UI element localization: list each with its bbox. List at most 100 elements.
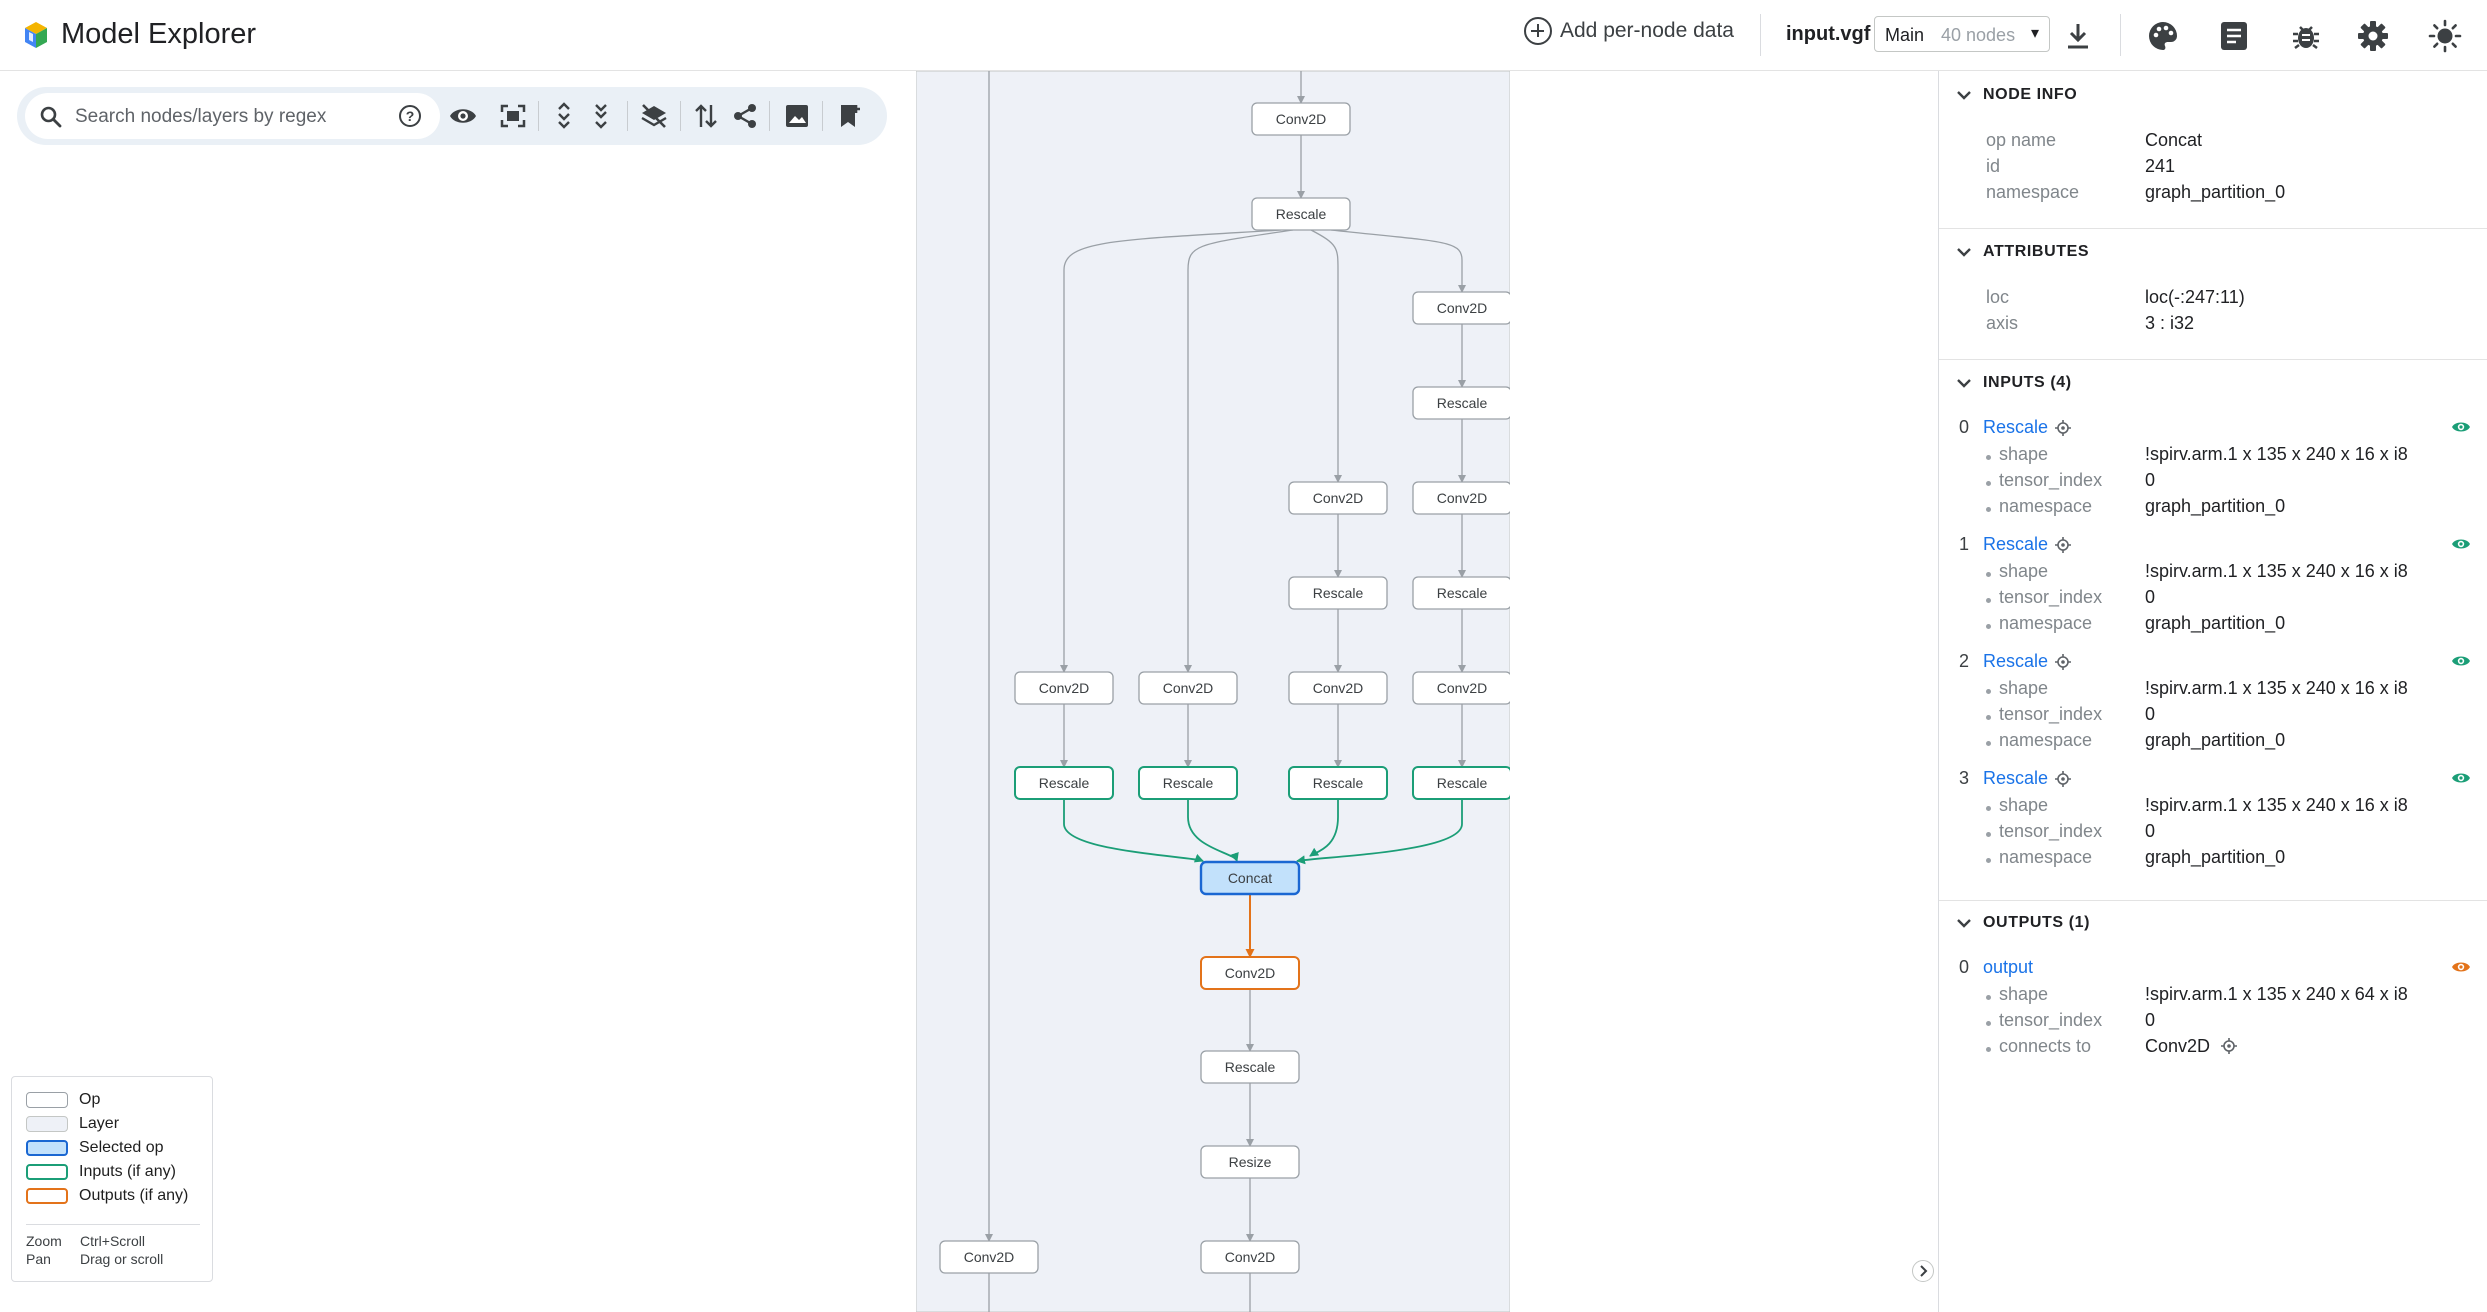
- screenshot-icon: [786, 105, 808, 127]
- locate-icon[interactable]: [2055, 654, 2071, 670]
- graph-node-rescale[interactable]: Rescale: [1412, 576, 1510, 610]
- graph-node-label: Resize: [1229, 1154, 1272, 1170]
- graph-node-conv2d[interactable]: Conv2D: [939, 1240, 1039, 1274]
- output-connects-to-key: connects to: [1999, 1036, 2092, 1056]
- svg-text:?: ?: [406, 108, 415, 124]
- graph-node-conv2d[interactable]: Conv2D: [1251, 102, 1351, 136]
- graph-node-conv2d[interactable]: Conv2D: [1200, 1240, 1300, 1274]
- theme-toggle-button[interactable]: [2427, 18, 2463, 54]
- attr-key: id: [1986, 156, 2001, 176]
- graph-node-rescale[interactable]: Rescale: [1288, 766, 1388, 800]
- add-per-node-data-button[interactable]: Add per-node data: [1524, 17, 1734, 45]
- legend-swatch: [26, 1092, 68, 1108]
- graph-node-conv2d[interactable]: Conv2D: [1014, 671, 1114, 705]
- graph-node-conv2d[interactable]: Conv2D: [1412, 291, 1510, 325]
- locate-icon[interactable]: [2055, 420, 2071, 436]
- graph-node-label: Rescale: [1437, 395, 1488, 411]
- bullet: [1986, 741, 1991, 746]
- bullet: [1986, 598, 1991, 603]
- graph-node-label: Conv2D: [1437, 490, 1488, 506]
- graph-node-conv2d[interactable]: Conv2D: [1288, 671, 1388, 705]
- input-name-link[interactable]: Rescale: [1983, 768, 2048, 789]
- input-namespace-key: namespace: [1999, 847, 2093, 867]
- expand-all-button[interactable]: [547, 99, 581, 133]
- flatten-button[interactable]: [689, 99, 723, 133]
- hide-layers-button[interactable]: [637, 99, 671, 133]
- input-namespace-value: graph_partition_0: [2145, 496, 2286, 516]
- collapse-all-button[interactable]: [584, 99, 618, 133]
- locate-icon[interactable]: [2055, 771, 2071, 787]
- graph-node-conv2d[interactable]: Conv2D: [1288, 481, 1388, 515]
- share-icon: [734, 104, 756, 128]
- input-namespace-key: namespace: [1999, 730, 2093, 750]
- settings-button[interactable]: [2355, 18, 2391, 54]
- visibility-icon[interactable]: [2451, 960, 2471, 974]
- legend-item-inputs: Inputs (if any): [26, 1162, 176, 1182]
- attr-value: graph_partition_0: [2145, 182, 2286, 202]
- palette-button[interactable]: [2145, 18, 2181, 54]
- settings-icon: [2358, 21, 2388, 51]
- toolbar-divider: [2120, 14, 2121, 56]
- legend-label: Op: [79, 1091, 101, 1108]
- input-tensor-index-value: 0: [2145, 470, 2156, 490]
- debug-button[interactable]: [2288, 18, 2324, 54]
- graph-node-rescale[interactable]: Rescale: [1251, 197, 1351, 231]
- graph-node-conv2d[interactable]: Conv2D: [1200, 956, 1300, 990]
- graph-node-conv2d[interactable]: Conv2D: [1138, 671, 1238, 705]
- graph-node-rescale[interactable]: Rescale: [1200, 1050, 1300, 1084]
- node-info-panel: NODE INFO op name Concat id 241 namespac…: [1938, 71, 2487, 1312]
- bullet: [1986, 806, 1991, 811]
- input-namespace-value: graph_partition_0: [2145, 847, 2286, 867]
- graph-canvas[interactable]: Conv2D Rescale Conv2D Rescale Conv2D Conv2D Re…: [916, 71, 1510, 1312]
- graph-node-rescale[interactable]: Rescale: [1412, 386, 1510, 420]
- input-name-link[interactable]: Rescale: [1983, 534, 2048, 555]
- connects-to-node[interactable]: Conv2D: [2145, 1036, 2210, 1056]
- graph-node-rescale[interactable]: Rescale: [1288, 576, 1388, 610]
- document-button[interactable]: [2216, 18, 2252, 54]
- input-shape-value: !spirv.arm.1 x 135 x 240 x 16 x i8: [2145, 678, 2408, 698]
- graph-node-conv2d[interactable]: Conv2D: [1412, 481, 1510, 515]
- toggle-visibility-button[interactable]: [446, 99, 480, 133]
- visibility-icon[interactable]: [2451, 771, 2471, 785]
- help-icon[interactable]: ?: [398, 104, 422, 128]
- graph-node-rescale[interactable]: Rescale: [1014, 766, 1114, 800]
- graph-node-label: Conv2D: [1437, 300, 1488, 316]
- bookmark-add-button[interactable]: [833, 99, 867, 133]
- legend-swatch: [26, 1140, 68, 1156]
- output-name-link[interactable]: output: [1983, 957, 2033, 978]
- graph-svg[interactable]: Conv2D Rescale Conv2D Rescale Conv2D Conv2D Re…: [916, 71, 1510, 1312]
- bullet: [1986, 689, 1991, 694]
- download-button[interactable]: [2060, 18, 2096, 54]
- input-name-link[interactable]: Rescale: [1983, 417, 2048, 438]
- bullet: [1986, 624, 1991, 629]
- locate-icon[interactable]: [2055, 537, 2071, 553]
- legend-zoom-key: Zoom: [26, 1233, 62, 1249]
- graph-node-label: Conv2D: [1276, 111, 1327, 127]
- graph-node-conv2d[interactable]: Conv2D: [1412, 671, 1510, 705]
- visibility-icon[interactable]: [2451, 537, 2471, 551]
- legend-item-outputs: Outputs (if any): [26, 1186, 188, 1206]
- visibility-icon[interactable]: [2451, 654, 2471, 668]
- visibility-icon: [450, 109, 476, 123]
- visibility-icon[interactable]: [2451, 420, 2471, 434]
- graph-node-concat[interactable]: Concat: [1199, 860, 1301, 896]
- input-namespace-key: namespace: [1999, 613, 2093, 633]
- graph-node-rescale[interactable]: Rescale: [1138, 766, 1238, 800]
- input-shape-value: !spirv.arm.1 x 135 x 240 x 16 x i8: [2145, 444, 2408, 464]
- search-input[interactable]: [73, 103, 387, 131]
- section-divider: [1939, 900, 2487, 901]
- graph-select-dropdown[interactable]: Main 40 nodes ▾: [1874, 16, 2050, 52]
- graph-node-resize[interactable]: Resize: [1200, 1145, 1300, 1179]
- locate-icon[interactable]: [2221, 1038, 2238, 1054]
- collapse-side-panel-button[interactable]: [1912, 1260, 1934, 1282]
- graph-node-label: Rescale: [1437, 775, 1488, 791]
- graph-node-label: Conv2D: [1225, 965, 1276, 981]
- legend-label: Layer: [79, 1115, 120, 1132]
- input-name-link[interactable]: Rescale: [1983, 651, 2048, 672]
- screenshot-button[interactable]: [780, 99, 814, 133]
- fit-to-screen-button[interactable]: [496, 99, 530, 133]
- graph-node-rescale[interactable]: Rescale: [1412, 766, 1510, 800]
- share-button[interactable]: [728, 99, 762, 133]
- chevron-down-icon: [1957, 919, 1971, 928]
- input-tensor-index-key: tensor_index: [1999, 587, 2103, 607]
